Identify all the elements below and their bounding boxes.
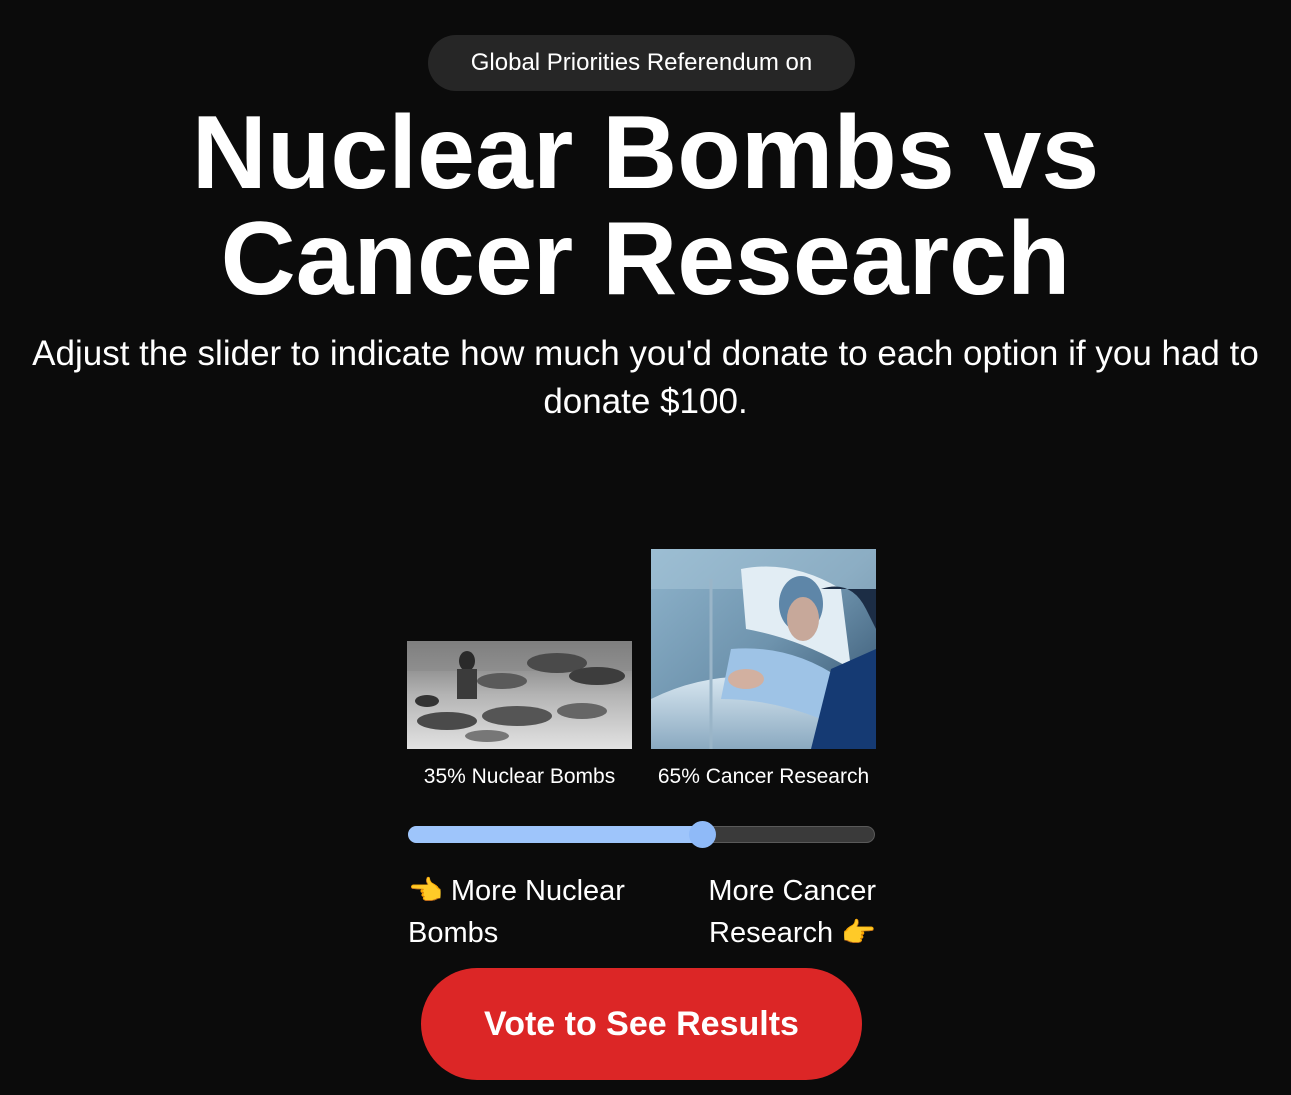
referendum-page: Global Priorities Referendum on Nuclear … (0, 0, 1291, 1095)
nuclear-bombs-image (407, 641, 632, 749)
point-right-icon: 👉 (841, 917, 876, 948)
referendum-pill: Global Priorities Referendum on (428, 35, 855, 91)
more-nuclear-bombs-label: 👈 More Nuclear Bombs (408, 870, 648, 954)
photo-nuclear-victims-icon (407, 641, 632, 749)
slider-thumb[interactable] (689, 821, 716, 848)
left-option-caption: 35% Nuclear Bombs (423, 765, 616, 788)
vote-button[interactable]: Vote to See Results (421, 968, 862, 1080)
slider-fill (408, 826, 702, 843)
page-title: Nuclear Bombs vs Cancer Research (0, 100, 1291, 312)
title-line-1: Nuclear Bombs vs (191, 95, 1100, 211)
donation-slider[interactable] (408, 821, 875, 848)
title-line-2: Cancer Research (220, 201, 1071, 317)
more-cancer-research-label: More Cancer Research 👉 (640, 870, 876, 954)
point-left-icon: 👈 (408, 875, 443, 906)
photo-cancer-patient-icon (651, 549, 876, 749)
instructions-text: Adjust the slider to indicate how much y… (32, 334, 1259, 421)
cancer-research-image (651, 549, 876, 749)
right-option-caption: 65% Cancer Research (657, 765, 870, 788)
